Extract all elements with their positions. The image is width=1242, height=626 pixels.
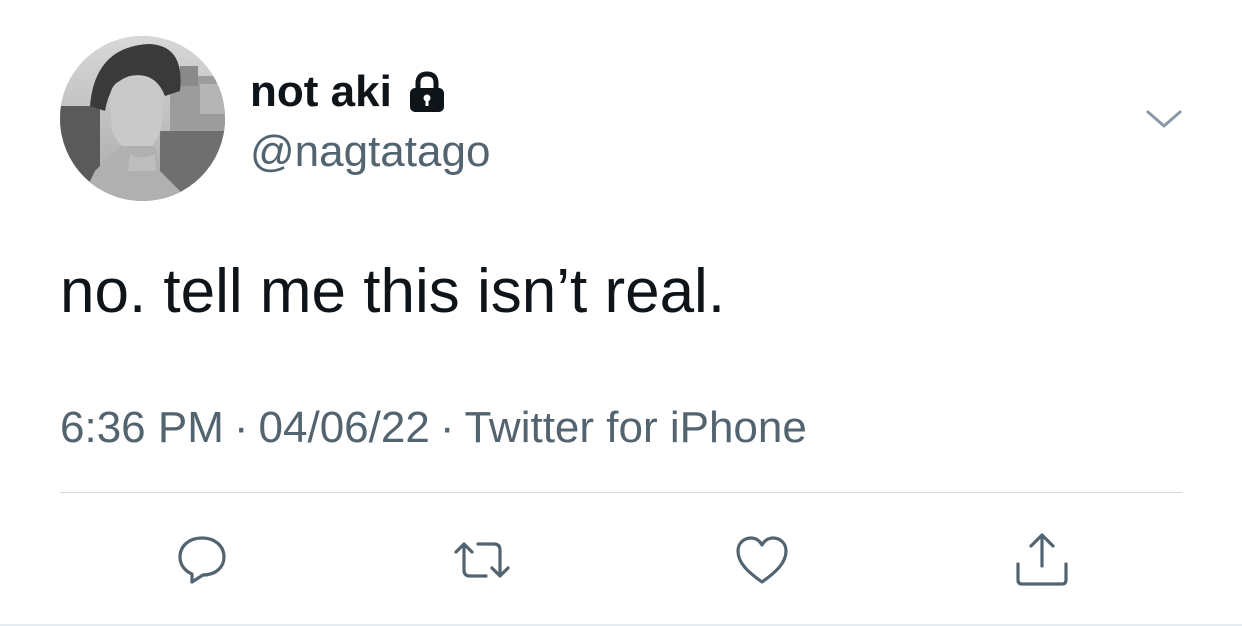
tweet-date[interactable]: 04/06/22 (259, 403, 430, 452)
tweet-text: no. tell me this isn’t real. (60, 257, 726, 326)
retweet-icon (454, 542, 510, 578)
avatar-photo (60, 36, 225, 201)
separator-dot: · (439, 403, 455, 452)
like-button[interactable] (732, 530, 792, 590)
heart-icon (736, 536, 788, 584)
tweet-metadata: 6:36 PM · 04/06/22 · Twitter for iPhone (60, 400, 807, 456)
lock-icon (404, 69, 450, 115)
avatar[interactable] (60, 36, 225, 201)
chevron-down-icon (1146, 110, 1182, 128)
tweet-time[interactable]: 6:36 PM (60, 403, 224, 452)
author-name-row: not aki (250, 64, 450, 120)
reply-icon (178, 536, 226, 584)
tweet-source[interactable]: Twitter for iPhone (464, 403, 806, 452)
user-handle[interactable]: @nagtatago (250, 124, 490, 180)
display-name[interactable]: not aki (250, 64, 392, 120)
share-icon (1016, 533, 1068, 586)
separator-dot: · (233, 403, 249, 452)
share-button[interactable] (1012, 530, 1072, 590)
retweet-button[interactable] (452, 530, 512, 590)
divider (60, 492, 1182, 493)
more-options-button[interactable] (1142, 100, 1186, 140)
reply-button[interactable] (172, 530, 232, 590)
tweet-card: not aki @nagtatago no. tell me this isn’… (0, 0, 1242, 626)
